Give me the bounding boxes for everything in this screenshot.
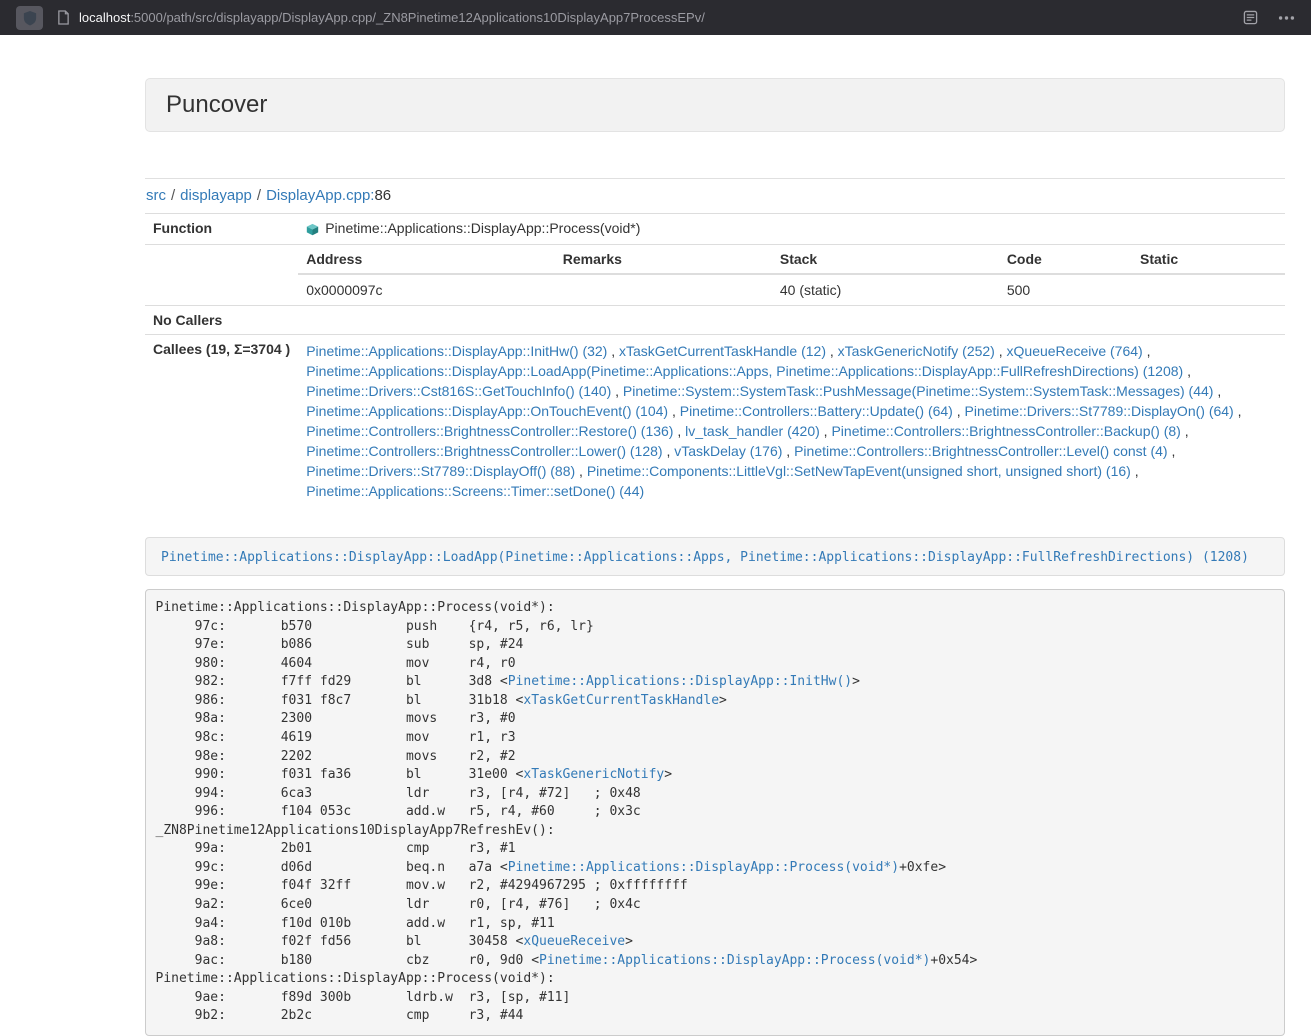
callee-link[interactable]: xTaskGetCurrentTaskHandle (12) [619, 343, 826, 359]
function-name: Pinetime::Applications::DisplayApp::Proc… [325, 220, 640, 236]
callee-link[interactable]: Pinetime::System::SystemTask::PushMessag… [623, 383, 1214, 399]
column-header-static: Static [1132, 245, 1285, 274]
code-symbol-link[interactable]: Pinetime::Applications::DisplayApp::Init… [508, 674, 852, 689]
address-value: 0x0000097c [298, 274, 555, 305]
callees-row: Callees (19, Σ=3704 ) Pinetime::Applicat… [145, 334, 1285, 507]
stats-table: Address Remarks Stack Code Static 0x0000… [298, 245, 1285, 305]
reader-mode-button[interactable] [1243, 10, 1258, 25]
code-symbol-link[interactable]: Pinetime::Applications::DisplayApp::Proc… [539, 953, 930, 968]
stats-header-row: Address Remarks Stack Code Static [298, 245, 1285, 274]
callee-link[interactable]: Pinetime::Controllers::BrightnessControl… [306, 443, 662, 459]
column-header-code: Code [999, 245, 1132, 274]
callee-link[interactable]: xTaskGenericNotify (252) [838, 343, 995, 359]
main-content: Puncover src / displayapp / DisplayApp.cpp:8… [145, 78, 1285, 1036]
callee-link[interactable]: Pinetime::Controllers::Battery::Update()… [680, 403, 953, 419]
breadcrumb-line-number: 86 [374, 187, 391, 204]
overflow-menu-button[interactable] [1278, 15, 1295, 21]
no-callers-row: No Callers [145, 305, 1285, 334]
stats-cell: Address Remarks Stack Code Static 0x0000… [298, 244, 1285, 305]
function-row: Function Pinetime::Applications::Display… [145, 214, 1285, 245]
callee-link[interactable]: Pinetime::Drivers::St7789::DisplayOff() … [306, 463, 575, 479]
code-symbol-link[interactable]: xTaskGetCurrentTaskHandle [523, 693, 719, 708]
code-symbol-link[interactable]: xTaskGenericNotify [523, 767, 664, 782]
tracking-protection-button[interactable] [16, 6, 43, 30]
static-value [1132, 274, 1285, 305]
callee-link[interactable]: lv_task_handler (420) [685, 423, 820, 439]
code-value: 500 [999, 274, 1132, 305]
symbol-heading-panel: Pinetime::Applications::DisplayApp::Load… [145, 537, 1285, 576]
url-host: localhost [79, 10, 130, 25]
breadcrumb: src / displayapp / DisplayApp.cpp:86 [146, 187, 1285, 204]
callees-label: Callees (19, Σ=3704 ) [145, 334, 298, 507]
no-callers-label: No Callers [145, 305, 298, 334]
breadcrumb-separator: / [257, 187, 261, 204]
page-info-button[interactable] [57, 10, 70, 25]
shield-icon [23, 10, 37, 26]
divider [145, 178, 1285, 179]
overflow-menu-icon [1278, 15, 1295, 21]
breadcrumb-displayapp-link[interactable]: displayapp [180, 187, 252, 204]
method-icon [306, 223, 319, 236]
callee-link[interactable]: Pinetime::Applications::DisplayApp::Load… [306, 363, 1183, 379]
callee-link[interactable]: Pinetime::Applications::Screens::Timer::… [306, 483, 644, 499]
column-header-stack: Stack [772, 245, 999, 274]
stack-value: 40 (static) [772, 274, 999, 305]
column-header-address: Address [298, 245, 555, 274]
callee-link[interactable]: Pinetime::Components::LittleVgl::SetNewT… [587, 463, 1131, 479]
callee-link[interactable]: Pinetime::Controllers::BrightnessControl… [306, 423, 673, 439]
disassembly-code-block: Pinetime::Applications::DisplayApp::Proc… [145, 589, 1285, 1036]
code-symbol-link[interactable]: xQueueReceive [523, 934, 625, 949]
function-label: Function [145, 214, 298, 245]
url-bar[interactable]: localhost:5000/path/src/displayapp/Displ… [79, 10, 1243, 25]
stats-row: Address Remarks Stack Code Static 0x0000… [145, 244, 1285, 305]
url-path: :5000/path/src/displayapp/DisplayApp.cpp… [130, 10, 705, 25]
function-name-cell: Pinetime::Applications::DisplayApp::Proc… [298, 214, 1285, 245]
page-header-panel: Puncover [145, 78, 1285, 132]
callee-link[interactable]: xQueueReceive (764) [1007, 343, 1143, 359]
callee-link[interactable]: Pinetime::Controllers::BrightnessControl… [831, 423, 1180, 439]
breadcrumb-src-link[interactable]: src [146, 187, 166, 204]
callee-link[interactable]: Pinetime::Applications::DisplayApp::OnTo… [306, 403, 668, 419]
callee-link[interactable]: vTaskDelay (176) [674, 443, 782, 459]
loadapp-symbol-link[interactable]: Pinetime::Applications::DisplayApp::Load… [161, 550, 1249, 565]
callee-link[interactable]: Pinetime::Drivers::Cst816S::GetTouchInfo… [306, 383, 611, 399]
page-title: Puncover [166, 91, 1264, 119]
breadcrumb-file-link[interactable]: DisplayApp.cpp: [266, 187, 374, 204]
column-header-remarks: Remarks [555, 245, 772, 274]
callee-link[interactable]: Pinetime::Applications::DisplayApp::Init… [306, 343, 607, 359]
callee-link[interactable]: Pinetime::Drivers::St7789::DisplayOn() (… [965, 403, 1234, 419]
stats-row-label [145, 244, 298, 305]
callees-list: Pinetime::Applications::DisplayApp::Init… [298, 334, 1285, 507]
callee-link[interactable]: Pinetime::Controllers::BrightnessControl… [794, 443, 1167, 459]
browser-toolbar: localhost:5000/path/src/displayapp/Displ… [0, 0, 1311, 35]
code-symbol-link[interactable]: Pinetime::Applications::DisplayApp::Proc… [508, 860, 899, 875]
function-table: Function Pinetime::Applications::Display… [145, 213, 1285, 507]
toolbar-actions [1243, 10, 1299, 25]
breadcrumb-separator: / [171, 187, 175, 204]
reader-mode-icon [1243, 10, 1258, 25]
remarks-value [555, 274, 772, 305]
stats-values-row: 0x0000097c 40 (static) 500 [298, 274, 1285, 305]
no-callers-cell [298, 305, 1285, 334]
page-icon [57, 10, 70, 25]
